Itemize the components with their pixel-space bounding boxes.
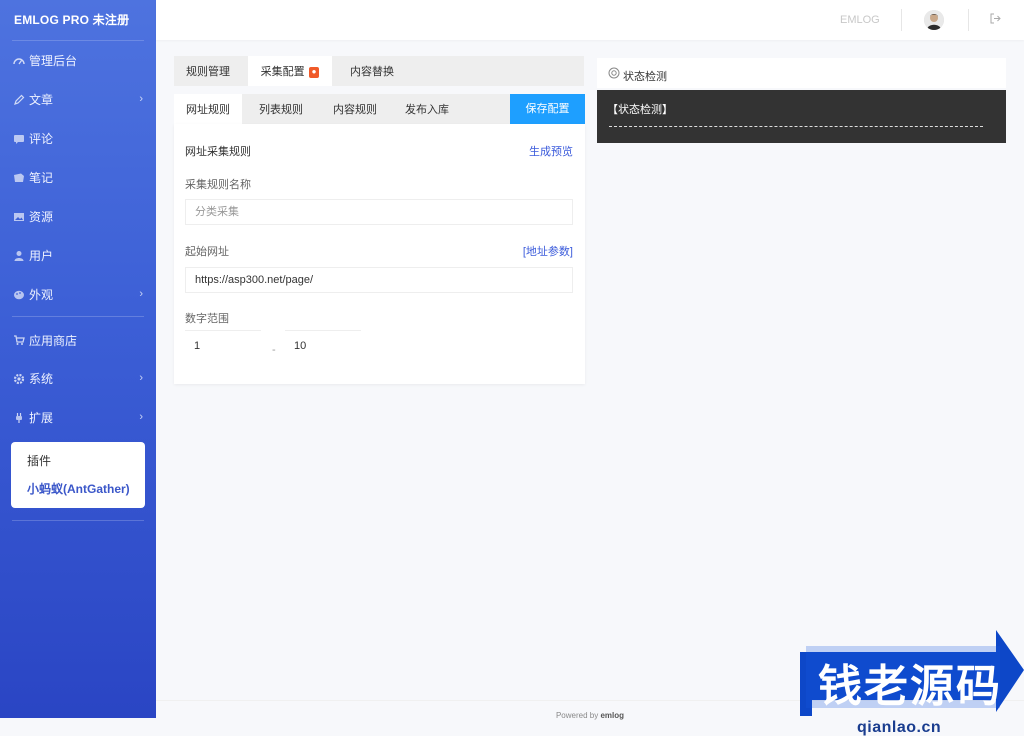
generate-preview-link[interactable]: 生成预览 (529, 143, 573, 159)
sidebar-item-label: 系统 (29, 372, 54, 386)
watermark-text: 钱老源码 (818, 661, 1002, 712)
start-url-label: 起始网址 (185, 246, 229, 258)
dashboard-icon (12, 54, 26, 68)
save-config-button[interactable]: 保存配置 (510, 94, 585, 124)
range-separator: - (272, 344, 276, 356)
sidebar-item-users[interactable]: 用户 (0, 236, 156, 275)
sidebar-item-dashboard[interactable]: 管理后台 (0, 41, 156, 80)
rule-name-input[interactable]: 分类采集 (185, 199, 573, 225)
sidebar-item-label: 用户 (29, 249, 54, 263)
range-from-input[interactable]: 1 (185, 330, 261, 360)
comment-icon (12, 132, 26, 146)
chevron-right-icon: › (139, 288, 143, 300)
target-icon (608, 67, 620, 79)
tab-label: 内容替换 (350, 66, 394, 78)
tab-label: 采集配置 (260, 66, 305, 78)
cart-icon (12, 333, 26, 347)
sidebar-item-resources[interactable]: 资源 (0, 197, 156, 236)
tab-list-rules[interactable]: 列表规则 (246, 94, 316, 124)
sidebar-item-label: 评论 (29, 132, 54, 146)
note-icon (12, 171, 26, 185)
tab-label: 规则管理 (186, 66, 230, 78)
url-rule-card: 网址采集规则 生成预览 采集规则名称 分类采集 起始网址 [地址参数] http… (174, 124, 585, 384)
submenu-item-plugins[interactable]: 插件 (27, 452, 145, 480)
topbar: EMLOG (156, 0, 1024, 40)
tab-label: 发布入库 (405, 104, 449, 116)
main-tabs: 规则管理 采集配置 ● 内容替换 (174, 56, 584, 86)
sidebar-item-label: 外观 (29, 288, 54, 302)
sidebar-item-notes[interactable]: 笔记 (0, 158, 156, 197)
user-icon (12, 249, 26, 263)
divider (901, 9, 902, 31)
dashed-divider (609, 126, 983, 127)
sidebar-item-label: 管理后台 (29, 54, 78, 68)
tab-publish[interactable]: 发布入库 (394, 94, 460, 124)
number-range-label: 数字范围 (185, 313, 229, 325)
sub-tabs: 网址规则 列表规则 内容规则 发布入库 (174, 94, 510, 124)
palette-icon (12, 288, 26, 302)
brand-title[interactable]: EMLOG PRO 未注册 (0, 0, 156, 40)
start-url-input[interactable]: https://asp300.net/page/ (185, 267, 573, 293)
divider (12, 520, 144, 521)
footer-brand-link[interactable]: emlog (600, 711, 624, 720)
avatar-icon[interactable] (924, 10, 944, 30)
tab-collect-config[interactable]: 采集配置 ● (248, 56, 332, 86)
status-panel-header: 状态检测 (597, 58, 1006, 88)
sidebar-item-label: 扩展 (29, 411, 54, 425)
tab-label: 内容规则 (333, 104, 377, 116)
tab-rule-management[interactable]: 规则管理 (174, 56, 242, 86)
tab-content-replace[interactable]: 内容替换 (338, 56, 406, 86)
sidebar-item-system[interactable]: 系统 › (0, 359, 156, 398)
extensions-submenu: 插件 小蚂蚁(AntGather) (11, 442, 145, 508)
divider (12, 316, 144, 317)
sidebar-item-label: 笔记 (29, 171, 54, 185)
status-badge: ● (308, 67, 320, 78)
tab-label: 列表规则 (259, 104, 303, 116)
card-title: 网址采集规则 (185, 146, 251, 158)
tab-url-rules[interactable]: 网址规则 (174, 94, 242, 124)
rule-name-label: 采集规则名称 (185, 179, 251, 191)
plug-icon (12, 411, 26, 425)
sidebar-item-extensions[interactable]: 扩展 › (0, 398, 156, 437)
sidebar: EMLOG PRO 未注册 管理后台 文章 › 评论 笔记 资源 用户 外观 ›… (0, 0, 156, 718)
submenu-item-antgather[interactable]: 小蚂蚁(AntGather) (27, 480, 145, 498)
image-icon (12, 210, 26, 224)
sidebar-item-label: 应用商店 (29, 333, 78, 348)
logout-icon[interactable] (990, 13, 1001, 27)
chevron-right-icon: › (139, 372, 143, 384)
sidebar-item-label: 文章 (29, 93, 54, 107)
divider (968, 9, 969, 31)
sidebar-item-comments[interactable]: 评论 (0, 119, 156, 158)
range-to-input[interactable]: 10 (285, 330, 361, 360)
sidebar-item-label: 资源 (29, 210, 54, 224)
url-params-link[interactable]: [地址参数] (523, 243, 573, 259)
footer-prefix: Powered by (555, 711, 599, 720)
sidebar-item-articles[interactable]: 文章 › (0, 80, 156, 119)
watermark-url: qianlao.cn (857, 719, 942, 736)
chevron-right-icon: › (139, 93, 143, 105)
sidebar-item-appearance[interactable]: 外观 › (0, 275, 156, 314)
gear-icon (12, 372, 26, 386)
tab-label: 网址规则 (186, 104, 230, 116)
tab-content-rules[interactable]: 内容规则 (320, 94, 390, 124)
pencil-icon (12, 93, 26, 107)
status-output: 【状态检测】 (597, 90, 1006, 143)
status-title: 状态检测 (623, 71, 667, 83)
sidebar-item-app-store[interactable]: 应用商店 (0, 321, 156, 359)
watermark-logo: 钱老源码 qianlao.cn (800, 630, 1024, 736)
chevron-right-icon: › (139, 411, 143, 423)
status-output-label: 【状态检测】 (607, 104, 673, 116)
site-name-link[interactable]: EMLOG (840, 14, 880, 26)
